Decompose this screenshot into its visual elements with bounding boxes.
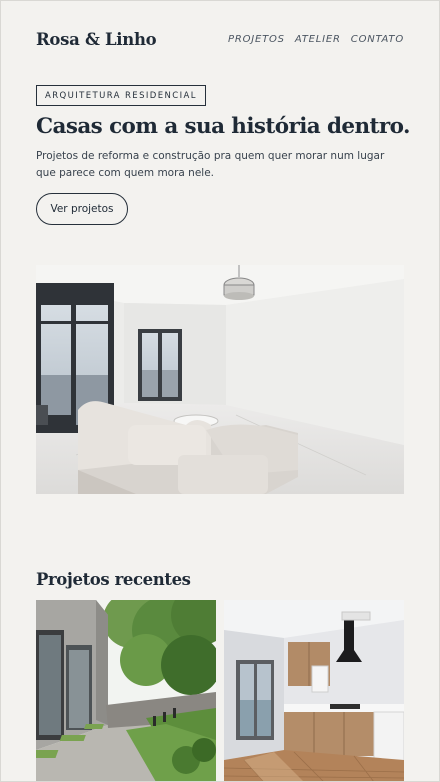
hero-description: Projetos de reforma e construção pra que… [36,150,385,179]
nav-link-atelier[interactable]: ATELIER [295,34,341,45]
recent-projects-title: Projetos recentes [36,570,191,589]
main-nav: PROJETOS ATELIER CONTATO [228,34,404,45]
hero-image [36,265,404,494]
nav-link-projetos[interactable]: PROJETOS [228,34,285,45]
nav-link-contato[interactable]: CONTATO [351,34,404,45]
site-header: Rosa & Linho PROJETOS ATELIER CONTATO [36,28,404,50]
view-projects-button[interactable]: Ver projetos [36,193,128,225]
brand-logo[interactable]: Rosa & Linho [36,30,157,49]
hero-title: Casas com a sua história dentro. [36,114,410,139]
project-card-exterior[interactable] [36,600,216,782]
category-tag: ARQUITETURA RESIDENCIAL [36,85,206,106]
project-card-kitchen[interactable] [224,600,404,782]
